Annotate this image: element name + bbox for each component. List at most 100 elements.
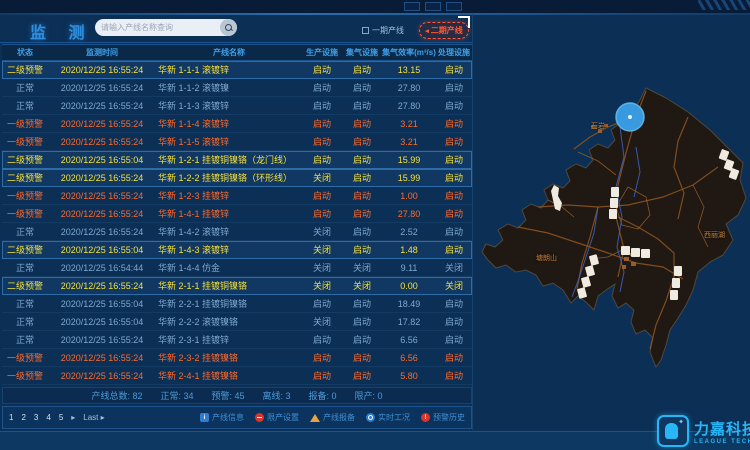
legend-item-limit[interactable]: 限产设置: [255, 412, 299, 423]
table-row[interactable]: 正常2020/12/25 16:55:04华新 2-2-2 滚镀镍铬关闭启动17…: [2, 313, 472, 331]
search-input[interactable]: [95, 23, 220, 32]
stat-预警: 预警: 45: [211, 389, 244, 402]
table-body: 二级预警2020/12/25 16:55:24华新 1-1-1 滚镀锌启动启动1…: [2, 61, 472, 385]
legend-bar: i产线信息限产设置产线报备实时工况 !预警历史: [200, 412, 465, 423]
table-row[interactable]: 一级预警2020/12/25 16:55:24华新 2-4-1 挂镀镍铬启动启动…: [2, 367, 472, 385]
cell-time: 2020/12/25 16:55:04: [48, 317, 156, 327]
page-button-2[interactable]: 2: [21, 413, 25, 422]
cell-name: 华新 1-2-3 挂镀锌: [156, 189, 302, 202]
cell-gas: 启动: [342, 351, 382, 364]
cell-treat: 启动: [436, 297, 472, 310]
cell-name: 华新 1-4-3 滚镀锌: [156, 243, 302, 256]
cell-eff: 27.80: [382, 209, 436, 219]
legend-item-realtime[interactable]: 实时工况: [366, 412, 410, 423]
district-map[interactable]: 石岩 西丽湖 塘朗山: [478, 57, 750, 405]
cell-treat: 启动: [436, 315, 472, 328]
decorative-slashes: [698, 0, 750, 10]
table-row[interactable]: 正常2020/12/25 16:54:44华新 1-4-4 仿金关闭关闭9.11…: [2, 259, 472, 277]
cell-gas: 启动: [342, 207, 382, 220]
cell-status: 正常: [2, 333, 48, 346]
cell-prod: 启动: [302, 117, 342, 130]
map-marker[interactable]: [616, 103, 644, 131]
page-button-1[interactable]: 1: [9, 413, 13, 422]
table-row[interactable]: 二级预警2020/12/25 16:55:24华新 1-2-2 挂镀铜镍铬（环形…: [2, 169, 472, 187]
cell-eff: 18.49: [382, 299, 436, 309]
stat-限产: 限产: 0: [355, 389, 383, 402]
cell-status: 正常: [2, 315, 48, 328]
bottom-bar: 12345 ▸ Last ▸ i产线信息限产设置产线报备实时工况 !预警历史: [2, 406, 472, 429]
cell-gas: 启动: [342, 153, 382, 166]
cell-status: 正常: [2, 81, 48, 94]
cell-treat: 启动: [436, 81, 472, 94]
cell-prod: 启动: [302, 153, 342, 166]
table-row[interactable]: 一级预警2020/12/25 16:55:24华新 1-1-4 滚镀锌启动启动3…: [2, 115, 472, 133]
table-row[interactable]: 一级预警2020/12/25 16:55:24华新 1-1-5 滚镀锌启动启动3…: [2, 133, 472, 151]
table-row[interactable]: 一级预警2020/12/25 16:55:24华新 2-3-2 挂镀镍铬启动启动…: [2, 349, 472, 367]
cell-gas: 关闭: [342, 279, 382, 292]
table-row[interactable]: 正常2020/12/25 16:55:24华新 2-3-1 挂镀锌启动启动6.5…: [2, 331, 472, 349]
cell-treat: 启动: [436, 63, 472, 76]
cell-eff: 6.56: [382, 335, 436, 345]
table-row[interactable]: 正常2020/12/25 16:55:24华新 1-1-3 滚镀锌启动启动27.…: [2, 97, 472, 115]
table-row[interactable]: 二级预警2020/12/25 16:55:24华新 2-1-1 挂镀铜镍铬关闭关…: [2, 277, 472, 295]
column-header-treat: 处理设施: [436, 47, 472, 58]
legend-item-history[interactable]: !预警历史: [421, 412, 465, 423]
next-page-button[interactable]: ▸: [71, 413, 75, 422]
column-header-status: 状态: [2, 47, 48, 58]
table-row[interactable]: 正常2020/12/25 16:55:04华新 2-2-1 挂镀铜镍铬启动启动1…: [2, 295, 472, 313]
legend-label: 产线信息: [212, 412, 244, 423]
table-row[interactable]: 二级预警2020/12/25 16:55:04华新 1-4-3 滚镀锌关闭启动1…: [2, 241, 472, 259]
cell-gas: 启动: [342, 189, 382, 202]
table-row[interactable]: 二级预警2020/12/25 16:55:24华新 1-1-1 滚镀锌启动启动1…: [2, 61, 472, 79]
legend-item-report[interactable]: 产线报备: [310, 412, 355, 423]
panel-divider: [472, 14, 473, 430]
top-divider: [0, 13, 750, 15]
cell-time: 2020/12/25 16:55:24: [48, 101, 156, 111]
phase1-checkbox[interactable]: 一期产线: [362, 25, 404, 36]
cell-prod: 关闭: [302, 261, 342, 274]
table-row[interactable]: 正常2020/12/25 16:55:24华新 1-4-2 滚镀锌关闭启动2.5…: [2, 223, 472, 241]
cell-status: 一级预警: [2, 207, 48, 220]
cell-status: 一级预警: [2, 135, 48, 148]
legend-item-info[interactable]: i产线信息: [200, 412, 244, 423]
cell-eff: 3.21: [382, 137, 436, 147]
company-logo: 力嘉科技 LEAGUE TECH: [657, 415, 750, 447]
search-icon: [225, 24, 232, 31]
cell-name: 华新 1-4-2 滚镀锌: [156, 225, 302, 238]
cell-gas: 启动: [342, 369, 382, 382]
search-button[interactable]: [220, 19, 237, 36]
cell-time: 2020/12/25 16:55:04: [48, 299, 156, 309]
cell-eff: 2.52: [382, 227, 436, 237]
cell-treat: 启动: [436, 99, 472, 112]
stats-bar: 产线总数: 82正常: 34预警: 45离线: 3报备: 0限产: 0: [2, 387, 472, 404]
page-button-4[interactable]: 4: [46, 413, 50, 422]
table-row[interactable]: 二级预警2020/12/25 16:55:04华新 1-2-1 挂镀铜镍铬（龙门…: [2, 151, 472, 169]
page-title: 监 测: [30, 19, 93, 43]
table-row[interactable]: 一级预警2020/12/25 16:55:24华新 1-2-3 挂镀锌启动启动1…: [2, 187, 472, 205]
cell-prod: 关闭: [302, 279, 342, 292]
cell-status: 一级预警: [2, 189, 48, 202]
cell-treat: 启动: [436, 153, 472, 166]
cell-time: 2020/12/25 16:55:24: [48, 137, 156, 147]
logo-name: 力嘉科技: [694, 418, 750, 439]
corner-bracket-decoration: [458, 16, 470, 28]
cell-status: 正常: [2, 99, 48, 112]
cell-prod: 启动: [302, 81, 342, 94]
table-row[interactable]: 正常2020/12/25 16:55:24华新 1-1-2 滚镀镍启动启动27.…: [2, 79, 472, 97]
cell-time: 2020/12/25 16:55:24: [48, 353, 156, 363]
cell-prod: 关闭: [302, 171, 342, 184]
decorative-blocks: [404, 2, 462, 11]
cell-name: 华新 1-4-4 仿金: [156, 261, 302, 274]
column-header-time: 监测时间: [48, 47, 156, 58]
table-row[interactable]: 一级预警2020/12/25 16:55:24华新 1-4-1 挂镀锌启动启动2…: [2, 205, 472, 223]
cell-name: 华新 1-1-3 滚镀锌: [156, 99, 302, 112]
cell-status: 二级预警: [2, 153, 48, 166]
page-button-5[interactable]: 5: [59, 413, 63, 422]
page-button-3[interactable]: 3: [34, 413, 38, 422]
cell-prod: 启动: [302, 99, 342, 112]
cell-status: 一级预警: [2, 351, 48, 364]
stat-产线总数: 产线总数: 82: [91, 389, 142, 402]
history-icon: !: [421, 413, 430, 422]
cell-time: 2020/12/25 16:55:24: [48, 371, 156, 381]
last-page-button[interactable]: Last ▸: [83, 413, 104, 422]
